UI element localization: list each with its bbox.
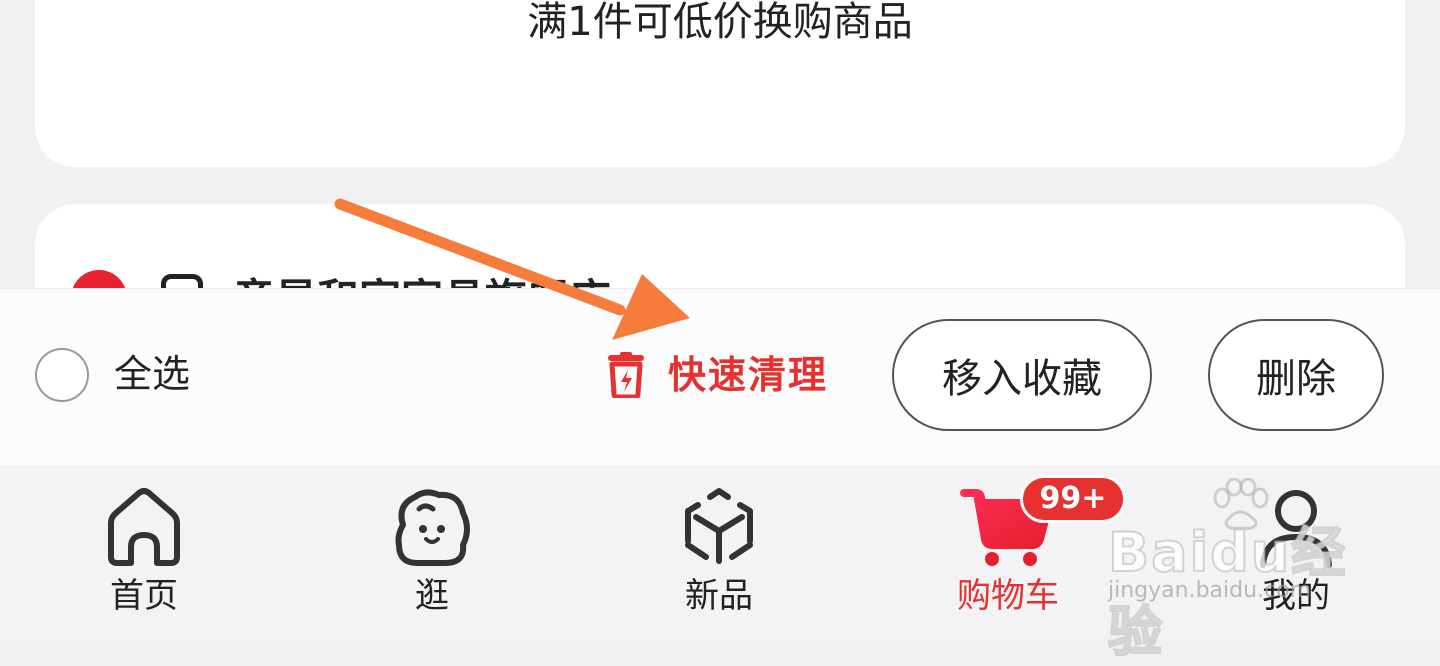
tab-me[interactable]: 我的 [1196, 465, 1396, 637]
trash-lightning-icon [608, 352, 644, 398]
cube-icon [685, 488, 753, 564]
tab-cart-label: 购物车 [957, 576, 1059, 616]
quick-clean-label: 快速清理 [668, 353, 829, 397]
tab-new[interactable]: 新品 [619, 465, 819, 637]
move-to-favorites-button[interactable]: 移入收藏 [892, 319, 1152, 431]
tab-browse[interactable]: 逛 [332, 465, 532, 637]
select-all-label[interactable]: 全选 [114, 351, 190, 397]
tab-home-label: 首页 [110, 576, 178, 616]
face-icon [395, 489, 470, 566]
tab-new-label: 新品 [685, 576, 753, 616]
select-all-radio[interactable] [35, 348, 89, 402]
tab-home[interactable]: 首页 [44, 465, 244, 637]
promo-text: 满1件可低价换购商品 [527, 0, 913, 45]
quick-clean-button[interactable]: 快速清理 [606, 349, 828, 401]
bottom-tab-bar: 首页 逛 新品 99+ 购物车 我的 [0, 465, 1440, 637]
tab-browse-label: 逛 [415, 576, 449, 616]
tab-me-label: 我的 [1262, 576, 1330, 616]
user-icon [1260, 490, 1332, 568]
promo-card: 满1件可低价换购商品 [35, 0, 1405, 167]
cart-action-bar: 全选 快速清理 移入收藏 删除 [0, 288, 1440, 466]
home-icon [108, 488, 180, 566]
cart-count-badge: 99+ [1020, 475, 1126, 523]
delete-button[interactable]: 删除 [1208, 319, 1384, 431]
tab-cart[interactable]: 99+ 购物车 [908, 465, 1126, 637]
